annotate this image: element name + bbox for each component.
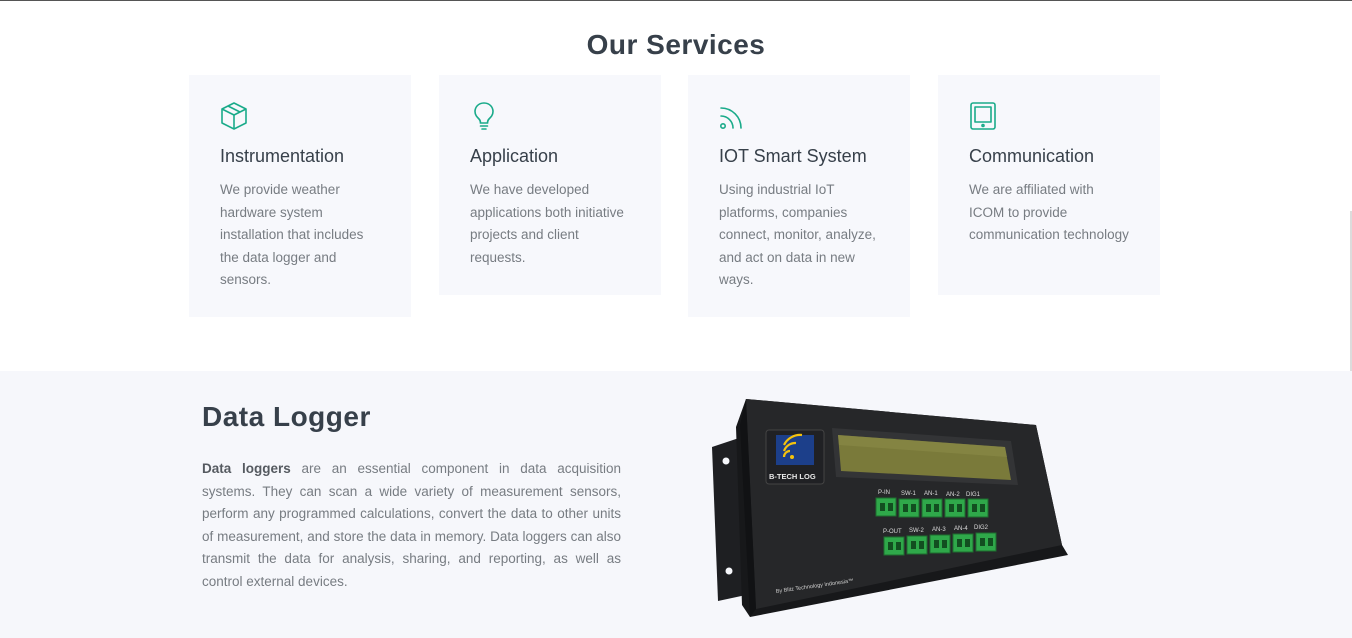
rss-icon [718,101,748,131]
data-logger-lead: Data loggers [202,461,291,476]
lightbulb-icon [469,101,499,131]
device-port-label: P-IN [878,490,890,496]
service-card-application: Application We have developed applicatio… [439,75,661,295]
services-title: Our Services [586,29,766,60]
service-card-title: Application [470,146,559,166]
service-card-title: Instrumentation [220,146,345,166]
device-brand: B-TECH LOG [769,472,816,481]
data-logger-description: Data loggers are an essential component … [202,458,621,593]
service-card-communication: Communication We are affiliated with ICO… [938,75,1160,295]
service-card-title: Communication [969,146,1095,166]
device-port-label: AN-1 [924,491,938,497]
device-port-label: P-OUT [883,529,902,535]
device-port-label: DIG1 [966,492,981,498]
service-card-title: IOT Smart System [719,146,867,166]
device-port-label: AN-2 [946,492,960,498]
service-card-text: We provide weather hardware system insta… [220,182,364,287]
service-card-instrumentation: Instrumentation We provide weather hardw… [189,75,411,317]
data-logger-section: Data Logger Data loggers are an essentia… [0,371,1352,638]
tablet-icon [968,101,998,131]
services-section: Our Services Instrumentation We provide … [0,1,1352,371]
device-port-label: AN-4 [954,526,968,532]
box-icon [219,101,249,131]
device-port-label: SW-2 [909,528,925,534]
data-logger-body: are an essential component in data acqui… [202,461,621,589]
data-logger-image: B-TECH LOG P-IN SW-1 AN-1 AN-2 DIG1 P-OU… [706,395,1076,620]
data-logger-title: Data Logger [202,401,371,432]
device-port-label: AN-3 [932,527,946,533]
service-card-text: We are affiliated with ICOM to provide c… [969,182,1129,242]
device-port-label: SW-1 [901,491,917,497]
service-card-iot: IOT Smart System Using industrial IoT pl… [688,75,910,317]
device-port-label: DIG2 [974,525,989,531]
service-card-text: Using industrial IoT platforms, companie… [719,182,876,287]
service-card-text: We have developed applications both init… [470,182,624,265]
